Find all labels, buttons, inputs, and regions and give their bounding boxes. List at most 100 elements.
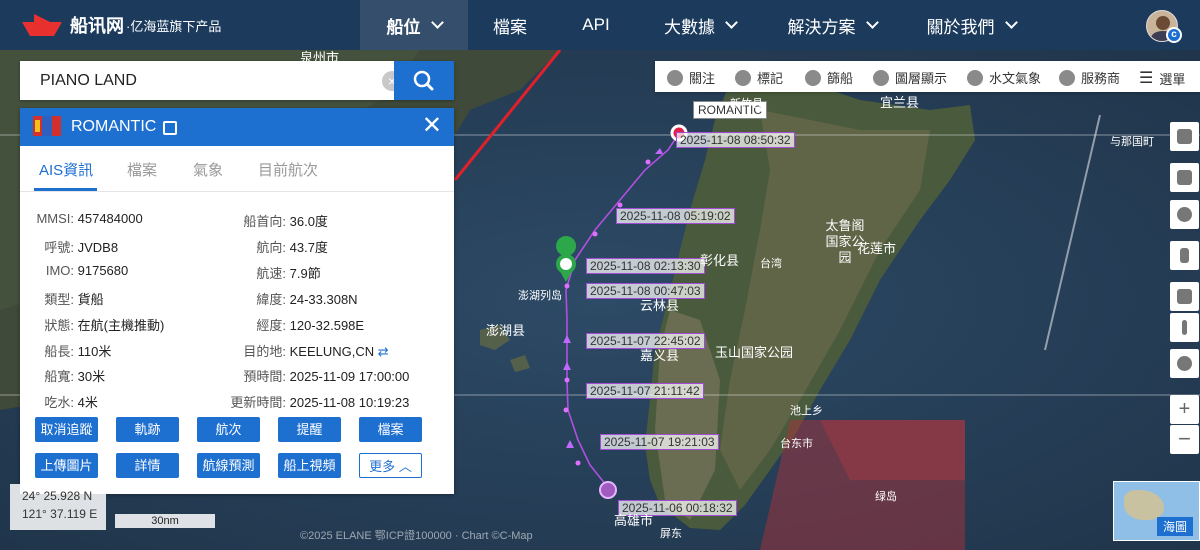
nav-archive[interactable]: 檔案: [478, 0, 542, 50]
longitude-readout: 121° 37.119 E: [22, 507, 98, 521]
place-label: 高雄市: [614, 513, 654, 528]
globe-icon: [1059, 69, 1075, 86]
weather-icon: [967, 69, 983, 86]
nav-label: 船位: [386, 17, 421, 37]
chart-toggle-button[interactable]: 海圖: [1156, 517, 1193, 536]
info-destination: 目的地: KEELUNG,CN ⇄: [243, 344, 389, 359]
untrack-button[interactable]: 取消追蹤: [35, 417, 98, 442]
ship-info-panel: ROMANTIC ✕ AIS資訊 檔案 氣象 目前航次 MMSI: 457484…: [20, 108, 454, 494]
search-bar: ×: [20, 61, 454, 100]
ruler-button[interactable]: [1170, 282, 1199, 311]
toolbar-service-provider[interactable]: 服務商: [1059, 68, 1120, 87]
track-label: 2025-11-08 05:19:02: [616, 208, 735, 224]
toolbar-mark[interactable]: 標記: [735, 68, 783, 87]
voyage-button[interactable]: 航次: [197, 417, 260, 442]
info-status: 狀態: 在航(主機推動): [44, 318, 165, 333]
chevron-down-icon: [1004, 16, 1018, 29]
compass-button[interactable]: [1170, 313, 1199, 342]
place-label: 台湾: [760, 258, 782, 270]
nav-label: 關於我們: [926, 17, 995, 37]
info-draft: 吃水: 4米: [44, 395, 98, 410]
nav-about[interactable]: 關於我們: [916, 0, 1026, 50]
flag-icon: [33, 116, 61, 136]
headset-button[interactable]: [1170, 200, 1199, 229]
tag-icon: [735, 69, 751, 86]
avatar-badge: c: [1166, 27, 1182, 43]
place-label: 绿岛: [875, 491, 897, 503]
nav-label: API: [582, 15, 610, 34]
track-label: 2025-11-08 08:50:32: [676, 132, 795, 148]
swap-icon[interactable]: ⇄: [378, 344, 389, 359]
info-width: 船寬: 30米: [44, 369, 106, 384]
toolbar-hydro-weather[interactable]: 水文氣象: [967, 68, 1041, 87]
brand-logo[interactable]: 船讯网 ·亿海蓝旗下产品: [20, 12, 221, 38]
menu-icon: ☰: [1139, 70, 1154, 87]
message-icon: [1177, 170, 1192, 185]
info-heading: 船首向: 36.0度: [243, 214, 328, 229]
info-imo: IMO: 9175680: [45, 263, 129, 278]
toolbar-follow[interactable]: 關注: [667, 68, 715, 87]
place-label: 屏东: [660, 528, 682, 540]
track-label: 2025-11-07 21:11:42: [586, 383, 704, 399]
track-label: 2025-11-07 19:21:03: [600, 434, 719, 450]
minimap[interactable]: 海圖: [1113, 481, 1200, 541]
filter-icon: [805, 69, 821, 86]
mobile-button[interactable]: [1170, 241, 1199, 270]
info-longitude: 經度: 120-32.598E: [256, 318, 365, 333]
tab-weather[interactable]: 氣象: [193, 159, 223, 180]
onboard-video-button[interactable]: 船上視頻: [278, 453, 341, 478]
more-button[interactable]: 更多 ︿: [359, 453, 422, 478]
search-button[interactable]: [394, 61, 454, 100]
nav-solutions[interactable]: 解決方案: [772, 0, 892, 50]
place-label: 宜兰县: [880, 95, 920, 110]
locate-button[interactable]: [1170, 349, 1199, 378]
nav-api[interactable]: API: [566, 0, 626, 50]
place-label: 池上乡: [790, 405, 823, 417]
edit-icon[interactable]: [163, 121, 177, 135]
map-toolbar: 關注 標記 篩船 圖層顯示 水文氣象 服務商 ☰ 選單: [655, 61, 1200, 92]
brand-sub: ·亿海蓝旗下产品: [126, 18, 222, 34]
brand-name: 船讯网: [70, 16, 124, 36]
nav-big-data[interactable]: 大數據: [650, 0, 750, 50]
zoom-in-button[interactable]: +: [1170, 395, 1199, 424]
fullscreen-icon: [1177, 129, 1192, 144]
track-button[interactable]: 軌跡: [116, 417, 179, 442]
place-label: 澎湖列岛: [518, 290, 562, 302]
star-icon: [667, 69, 683, 86]
ship-logo-icon: [22, 14, 62, 36]
archive-button[interactable]: 檔案: [359, 417, 422, 442]
fullscreen-button[interactable]: [1170, 122, 1199, 151]
tab-current-voyage[interactable]: 目前航次: [258, 159, 318, 180]
nav-label: 大數據: [664, 17, 715, 37]
place-label: 花莲市: [857, 241, 897, 256]
nav-label: 檔案: [493, 17, 527, 37]
message-button[interactable]: [1170, 163, 1199, 192]
route-forecast-button[interactable]: 航線預測: [197, 453, 260, 478]
toolbar-layers[interactable]: 圖層顯示: [873, 68, 947, 87]
alert-button[interactable]: 提醒: [278, 417, 341, 442]
nav-ship-position[interactable]: 船位: [360, 0, 468, 50]
panel-tabs: AIS資訊 檔案 氣象 目前航次: [20, 146, 454, 192]
info-mmsi: MMSI: 457484000: [36, 211, 143, 226]
place-label: 澎湖县: [486, 323, 526, 338]
place-label: 与那国町: [1110, 136, 1154, 148]
cursor-coordinates: 24° 25.928 N 121° 37.119 E: [10, 484, 106, 530]
info-eta: 預時間: 2025-11-09 17:00:00: [243, 369, 410, 384]
details-button[interactable]: 詳情: [116, 453, 179, 478]
info-length: 船長: 110米: [44, 344, 112, 359]
place-label: 台东市: [780, 438, 813, 450]
latitude-readout: 24° 25.928 N: [22, 489, 93, 503]
close-icon[interactable]: ✕: [422, 114, 442, 138]
nav-label: 解決方案: [787, 17, 856, 37]
info-course: 航向: 43.7度: [256, 240, 328, 255]
info-updated: 更新時間: 2025-11-08 10:19:23: [230, 395, 410, 410]
tab-archive[interactable]: 檔案: [127, 159, 157, 180]
chevron-up-icon: ︿: [398, 459, 412, 474]
upload-image-button[interactable]: 上傳圖片: [35, 453, 98, 478]
tab-ais-info[interactable]: AIS資訊: [39, 159, 93, 180]
toolbar-filter-ships[interactable]: 篩船: [805, 68, 853, 87]
search-input[interactable]: [20, 61, 394, 100]
more-label: 更多: [369, 459, 396, 474]
zoom-out-button[interactable]: −: [1170, 425, 1199, 454]
toolbar-menu[interactable]: ☰ 選單: [1139, 68, 1185, 88]
